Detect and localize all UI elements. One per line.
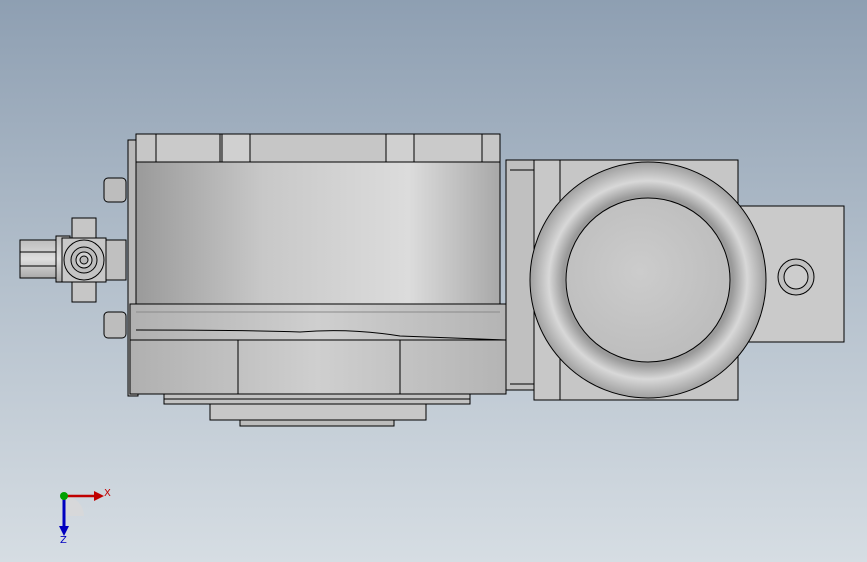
x-axis-arrowhead bbox=[94, 491, 104, 501]
coordinate-triad: X Z bbox=[40, 480, 130, 550]
output-flange bbox=[163, 393, 471, 427]
triad-plane-icon bbox=[64, 496, 84, 516]
z-axis-label: Z bbox=[60, 535, 67, 546]
main-housing bbox=[127, 133, 507, 397]
y-axis-dot bbox=[60, 492, 68, 500]
motor-body bbox=[529, 159, 845, 401]
hex-nut bbox=[61, 217, 107, 303]
cad-model[interactable] bbox=[0, 0, 867, 562]
graphics-viewport[interactable]: X Z bbox=[0, 0, 867, 562]
side-bosses bbox=[103, 177, 127, 339]
x-axis-label: X bbox=[104, 488, 111, 499]
